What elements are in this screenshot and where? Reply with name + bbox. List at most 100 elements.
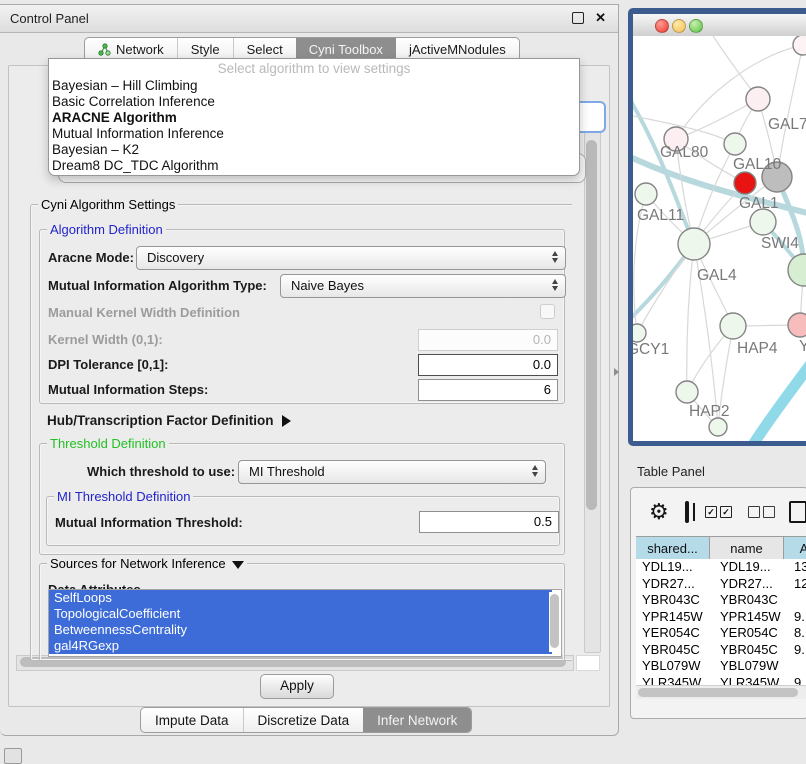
table-row[interactable]: YBR043C YBR043C	[636, 592, 806, 609]
table-row[interactable]: YBL079W YBL079W	[636, 658, 806, 675]
network-icon	[98, 43, 111, 56]
cell-value: 13	[792, 559, 806, 576]
table-row[interactable]: YBR045C YBR045C 9.	[636, 642, 806, 659]
table-row[interactable]: YDL19... YDL19... 13	[636, 559, 806, 576]
scrollbar-thumb[interactable]	[638, 688, 798, 697]
group-title: Threshold Definition	[47, 436, 169, 451]
table-row[interactable]: YPR145W YPR145W 9.	[636, 609, 806, 626]
node-label: HAP4	[737, 340, 778, 357]
network-node[interactable]	[750, 209, 776, 235]
dropdown-placeholder: Select algorithm to view settings	[49, 59, 579, 78]
network-node[interactable]	[788, 313, 806, 337]
settings-vertical-scrollbar[interactable]	[584, 131, 601, 653]
mi-algorithm-type-combobox[interactable]: Naive Bayes	[280, 274, 566, 298]
unchecked-checkbox-icon	[748, 506, 760, 518]
table-row[interactable]: YLR345W YLR345W 9.	[636, 675, 806, 686]
control-panel-window: Control Panel ✕ Network Style Select Cyn…	[0, 4, 619, 736]
algorithm-option[interactable]: Dream8 DC_TDC Algorithm	[49, 158, 579, 174]
mi-steps-field[interactable]: 6	[418, 379, 558, 401]
control-panel-titlebar[interactable]: Control Panel ✕	[0, 5, 618, 33]
mi-threshold-field[interactable]: 0.5	[419, 511, 559, 533]
scrollbar-corner	[576, 655, 600, 671]
cell-value: 9.	[792, 675, 806, 686]
network-node[interactable]	[635, 183, 657, 205]
expanded-arrow-icon	[232, 561, 244, 569]
network-view-window: GAL7GAL80GAL10GAL1GAL11SWI4GAL4GCY1HAP4Y…	[628, 8, 806, 446]
network-node[interactable]	[676, 381, 698, 403]
unchecked-checkbox-icon	[763, 506, 775, 518]
minimize-button[interactable]	[672, 19, 686, 33]
cell-shared-name: YLR345W	[636, 675, 716, 686]
tab-discretize-data[interactable]: Discretize Data	[243, 708, 364, 732]
new-table-icon[interactable]	[789, 501, 806, 523]
column-header-shared-name[interactable]: shared...	[636, 537, 710, 560]
splitter-collapse-icon[interactable]	[614, 368, 619, 376]
deselect-all-columns-button[interactable]	[748, 506, 775, 518]
algorithm-dropdown-popup: Select algorithm to view settings Bayesi…	[48, 58, 580, 176]
cell-value: 9.	[792, 642, 806, 659]
node-label: Y	[799, 338, 806, 355]
dpi-tolerance-field[interactable]: 0.0	[418, 354, 558, 376]
spinner-arrows-icon	[552, 251, 558, 263]
combo-value: Discovery	[147, 250, 204, 265]
network-node[interactable]	[734, 172, 756, 194]
scrollbar-thumb[interactable]	[550, 594, 559, 648]
apply-button[interactable]: Apply	[260, 674, 334, 699]
aracne-mode-combobox[interactable]: Discovery	[136, 246, 566, 270]
algorithm-option[interactable]: Basic Correlation Inference	[49, 94, 579, 110]
attribute-list-item[interactable]: gal4RGexp	[49, 638, 552, 654]
combo-value: MI Threshold	[249, 464, 325, 479]
attributes-scrollbar[interactable]	[549, 592, 560, 652]
hub-definition-toggle[interactable]: Hub/Transcription Factor Definition	[47, 413, 291, 428]
network-node[interactable]	[788, 254, 806, 286]
attribute-list-item[interactable]: BetweennessCentrality	[49, 622, 552, 638]
kernel-width-field[interactable]: 0.0	[418, 329, 558, 351]
tab-label: jActiveMNodules	[409, 42, 506, 57]
zoom-button[interactable]	[689, 19, 703, 33]
table-horizontal-scrollbar[interactable]	[636, 685, 806, 699]
mi-steps-label: Mutual Information Steps:	[48, 382, 208, 397]
column-header-clipped[interactable]: A	[784, 537, 806, 560]
tab-impute-data[interactable]: Impute Data	[141, 708, 243, 732]
float-window-icon[interactable]	[572, 12, 584, 24]
algorithm-option[interactable]: Mutual Information Inference	[49, 126, 579, 142]
close-icon[interactable]: ✕	[595, 10, 606, 26]
table-panel: ⚙ ✓ ✓ shared... name A YDL19... YDL19...…	[630, 487, 806, 719]
network-canvas[interactable]: GAL7GAL80GAL10GAL1GAL11SWI4GAL4GCY1HAP4Y…	[633, 36, 806, 441]
attribute-list-item[interactable]: SelfLoops	[49, 590, 552, 606]
tab-label: Style	[191, 42, 220, 57]
table-row[interactable]: YER054C YER054C 8.	[636, 625, 806, 642]
mi-threshold-label: Mutual Information Threshold:	[55, 515, 243, 530]
scrollbar-thumb[interactable]	[586, 140, 597, 510]
algorithm-option[interactable]: Bayesian – K2	[49, 142, 579, 158]
cell-value	[792, 658, 806, 675]
network-node[interactable]	[793, 36, 806, 55]
network-node[interactable]	[678, 228, 710, 260]
table-panel-title: Table Panel	[637, 464, 705, 479]
attribute-list-item[interactable]: TopologicalCoefficient	[49, 606, 552, 622]
tab-label: Cyni Toolbox	[309, 42, 383, 57]
tab-label: Impute Data	[155, 713, 229, 728]
algorithm-option[interactable]: Bayesian – Hill Climbing	[49, 78, 579, 94]
network-node[interactable]	[724, 133, 746, 155]
sources-toggle[interactable]: Sources for Network Inference	[47, 556, 247, 571]
network-node[interactable]	[709, 418, 727, 436]
tab-infer-network[interactable]: Infer Network	[363, 708, 471, 732]
data-attributes-list[interactable]: SelfLoopsTopologicalCoefficientBetweenne…	[48, 589, 562, 657]
close-button[interactable]	[655, 19, 669, 33]
network-node[interactable]	[746, 87, 770, 111]
select-all-columns-button[interactable]: ✓ ✓	[705, 506, 732, 518]
cell-shared-name: YER054C	[636, 625, 716, 642]
algorithm-option[interactable]: ARACNE Algorithm	[49, 110, 579, 126]
network-node[interactable]	[633, 324, 646, 342]
group-title: Algorithm Definition	[47, 222, 166, 237]
which-threshold-combobox[interactable]: MI Threshold	[238, 460, 546, 484]
network-window-titlebar[interactable]	[633, 14, 806, 37]
table-row[interactable]: YDR27... YDR27... 12	[636, 576, 806, 593]
cell-shared-name: YPR145W	[636, 609, 716, 626]
gear-icon[interactable]: ⚙	[649, 502, 669, 522]
manual-kernel-checkbox[interactable]	[540, 304, 555, 319]
split-columns-icon[interactable]	[685, 501, 689, 523]
network-node[interactable]	[720, 313, 746, 339]
column-header-name[interactable]: name	[710, 537, 784, 560]
